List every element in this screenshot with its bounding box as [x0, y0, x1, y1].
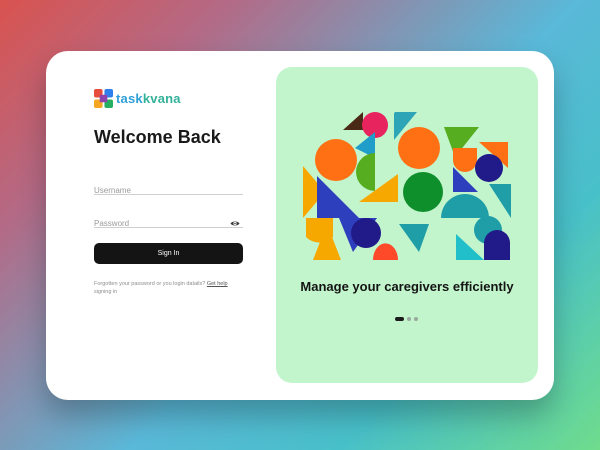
username-field-container	[94, 180, 243, 195]
promo-tagline: Manage your caregivers efficiently	[300, 279, 514, 294]
help-suffix: signing in	[94, 289, 118, 295]
carousel-dot-2[interactable]	[407, 317, 411, 321]
carousel-dot-1[interactable]	[395, 317, 404, 321]
geometric-illustration	[303, 112, 511, 260]
sign-in-button[interactable]: Sign In	[94, 243, 243, 264]
carousel-indicator	[395, 317, 421, 321]
page-title: Welcome Back	[94, 127, 221, 147]
get-help-link[interactable]: Get help	[207, 281, 228, 287]
promo-panel: Manage your caregivers efficiently	[276, 67, 538, 383]
carousel-dot-3[interactable]	[414, 317, 418, 321]
brand-logo: taskkvana	[94, 89, 181, 108]
username-input[interactable]	[94, 186, 224, 195]
eye-icon[interactable]	[230, 214, 240, 232]
help-text: Forgotten your password or you login dat…	[94, 281, 207, 287]
taskvana-logo-icon	[94, 89, 113, 108]
password-input[interactable]	[94, 219, 224, 228]
signin-help: Forgotten your password or you login dat…	[94, 280, 239, 296]
brand-name: taskkvana	[116, 91, 181, 106]
login-card: taskkvana Welcome Back Sign In Forgotten…	[46, 51, 554, 400]
password-field-container	[94, 213, 243, 228]
login-panel: taskkvana Welcome Back Sign In Forgotten…	[94, 51, 254, 400]
